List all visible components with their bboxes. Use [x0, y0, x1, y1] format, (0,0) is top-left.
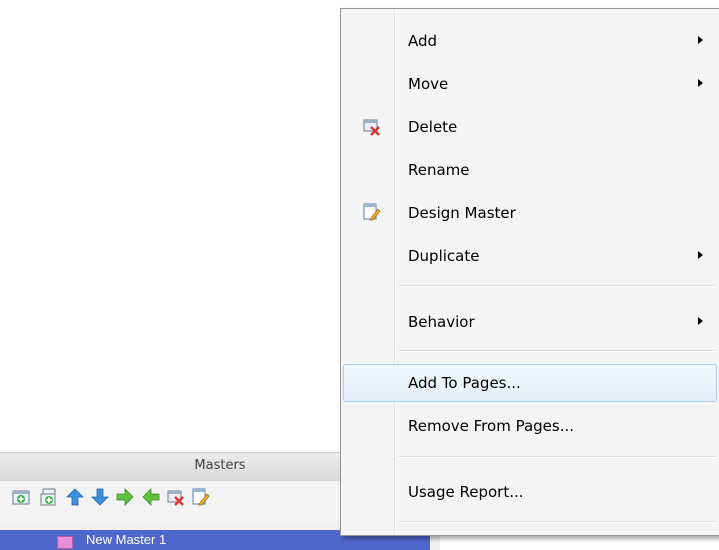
indent-right-icon[interactable] [116, 488, 134, 506]
menu-item-duplicate[interactable]: Duplicate [343, 237, 717, 275]
delete-icon [362, 117, 382, 137]
menu-separator [398, 285, 716, 287]
list-item-label: New Master 1 [86, 532, 167, 547]
menu-item-label: Move [408, 75, 449, 93]
add-master-icon[interactable] [12, 488, 30, 506]
add-folder-icon[interactable] [40, 488, 58, 506]
screen: Masters New Master 1 Add Move Delete Ren… [0, 0, 719, 550]
menu-item-label: Add [408, 32, 438, 50]
outdent-left-icon[interactable] [142, 488, 160, 506]
design-master-icon[interactable] [192, 488, 210, 506]
submenu-arrow-icon [698, 251, 703, 259]
move-down-icon[interactable] [91, 488, 109, 506]
menu-item-label: Rename [408, 161, 470, 179]
menu-separator [398, 456, 716, 458]
menu-item-design-master[interactable]: Design Master [343, 194, 717, 232]
menu-item-remove-from-pages[interactable]: Remove From Pages... [343, 407, 717, 445]
menu-item-label: Usage Report... [408, 483, 524, 501]
master-page-icon [57, 536, 73, 549]
move-up-icon[interactable] [66, 488, 84, 506]
menu-item-delete[interactable]: Delete [343, 108, 717, 146]
menu-item-label: Behavior [408, 313, 475, 331]
menu-item-label: Add To Pages... [408, 374, 521, 392]
menu-item-label: Design Master [408, 204, 516, 222]
menu-item-label: Delete [408, 118, 458, 136]
menu-separator [398, 350, 716, 352]
menu-separator [398, 521, 716, 523]
menu-item-usage-report[interactable]: Usage Report... [343, 473, 717, 511]
design-master-icon [362, 203, 382, 223]
submenu-arrow-icon [698, 36, 703, 44]
menu-item-add[interactable]: Add [343, 22, 717, 60]
submenu-arrow-icon [698, 79, 703, 87]
menu-item-behavior[interactable]: Behavior [343, 303, 717, 341]
submenu-arrow-icon [698, 317, 703, 325]
menu-item-move[interactable]: Move [343, 65, 717, 103]
context-menu: Add Move Delete Rename Design Master Dup… [340, 8, 719, 536]
menu-item-rename[interactable]: Rename [343, 151, 717, 189]
delete-icon[interactable] [167, 488, 185, 506]
menu-item-add-to-pages[interactable]: Add To Pages... [343, 364, 717, 402]
menu-item-label: Duplicate [408, 247, 480, 265]
menu-item-label: Remove From Pages... [408, 417, 575, 435]
